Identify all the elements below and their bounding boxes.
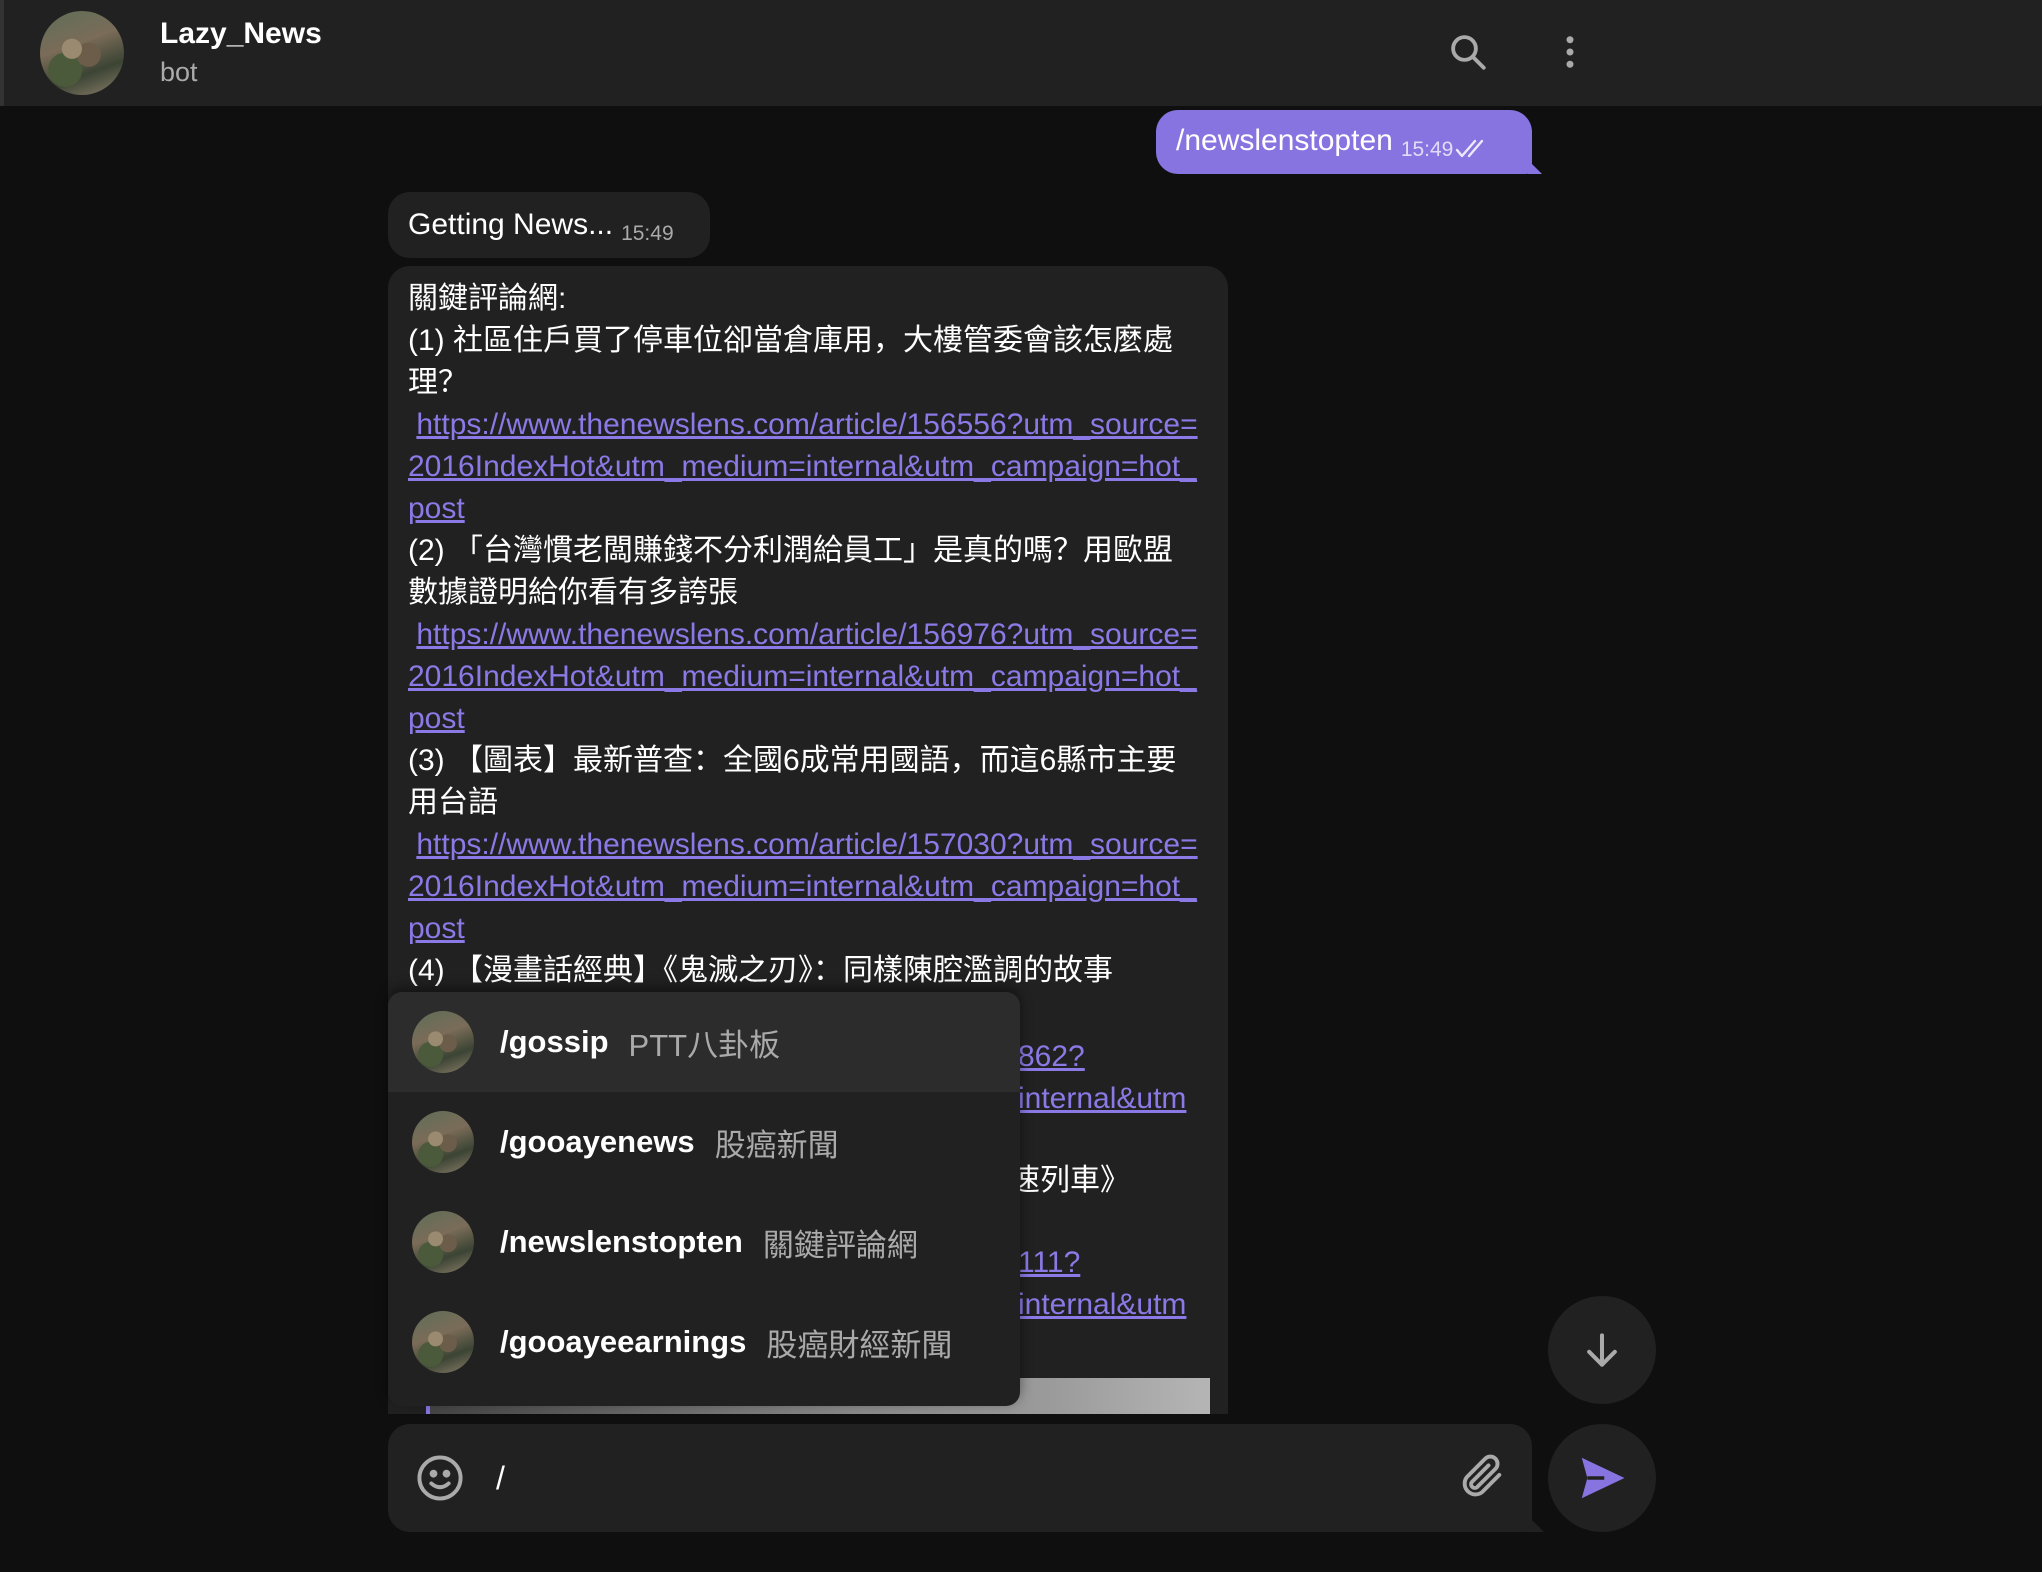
suggestion-description: PTT八卦板 xyxy=(628,1027,781,1063)
outgoing-message[interactable]: /newslenstopten 15:49 xyxy=(1156,110,1532,174)
command-suggestions: /gossip PTT八卦板 /gooayenews 股癌新聞 /newslen… xyxy=(388,992,1020,1406)
message-time: 15:49 xyxy=(1400,138,1454,161)
suggestion-command: /gossip xyxy=(500,1024,609,1059)
bot-avatar xyxy=(412,1311,474,1373)
bot-avatar xyxy=(412,1111,474,1173)
message-composer xyxy=(388,1424,1532,1532)
suggestion-description: 關鍵評論網 xyxy=(762,1227,918,1263)
chat-info[interactable]: Lazy_News bot xyxy=(160,15,322,91)
message-time: 15:49 xyxy=(621,222,674,245)
news-link[interactable]: 111? xyxy=(1018,1246,1080,1279)
suggestion-description: 股癌財經新聞 xyxy=(766,1327,953,1363)
news-link[interactable]: https://www.thenewslens.com/article/1565… xyxy=(408,408,1198,525)
telegram-chat-window: Lazy_News bot /newslenstopten 15:49 Getti… xyxy=(0,0,2042,1572)
message-meta: 15:49 xyxy=(1401,138,1490,162)
status-message-text: Getting News... xyxy=(408,208,614,241)
news-link[interactable]: 862? xyxy=(1018,1040,1085,1073)
news-link[interactable]: https://www.thenewslens.com/article/1570… xyxy=(408,828,1198,945)
more-vertical-icon xyxy=(1566,36,1574,68)
bot-avatar xyxy=(412,1011,474,1073)
suggestion-command: /gooayenews xyxy=(500,1124,695,1159)
suggestion-command: /gooayeearnings xyxy=(500,1324,747,1359)
scroll-down-button[interactable] xyxy=(1548,1296,1656,1404)
suggestion-item[interactable]: /gossip PTT八卦板 xyxy=(388,992,1020,1092)
suggestion-command: /newslenstopten xyxy=(500,1224,743,1259)
news-title: (4) 【漫畫話經典】《鬼滅之刃》：同樣陳腔濫調的故事 xyxy=(408,954,1113,987)
search-icon xyxy=(1451,35,1486,70)
message-input[interactable] xyxy=(496,1450,1396,1506)
smile-icon xyxy=(417,1455,463,1501)
bot-avatar xyxy=(412,1211,474,1273)
incoming-message-status[interactable]: Getting News... 15:49 xyxy=(388,192,710,258)
bot-avatar[interactable] xyxy=(40,11,124,95)
news-title: (1) 社區住戶買了停車位卻當倉庫用，大樓管委會該怎麼處理？ xyxy=(408,324,1173,399)
arrow-down-icon xyxy=(1587,1333,1617,1367)
chat-title: Lazy_News xyxy=(160,17,322,50)
emoji-button[interactable] xyxy=(414,1452,466,1509)
outgoing-message-text: /newslenstopten xyxy=(1176,124,1393,157)
suggestion-item[interactable]: /newslenstopten 關鍵評論網 xyxy=(388,1192,1020,1292)
double-check-icon xyxy=(1456,139,1484,158)
send-icon xyxy=(1581,1457,1625,1499)
news-heading: 關鍵評論網: xyxy=(408,282,567,315)
news-title: (2) 「台灣慣老闆賺錢不分利潤給員工」是真的嗎？用歐盟數據證明給你看有多誇張 xyxy=(408,534,1173,609)
send-button[interactable] xyxy=(1548,1424,1656,1532)
paperclip-icon xyxy=(1462,1454,1502,1497)
suggestion-description: 股癌新聞 xyxy=(714,1127,839,1163)
news-link[interactable]: internal&utm xyxy=(1018,1082,1186,1115)
more-options-button[interactable] xyxy=(1540,22,1600,82)
news-title: (3) 【圖表】最新普查：全國6成常用國語，而這6縣市主要用台語 xyxy=(408,744,1177,819)
suggestion-item[interactable]: /gooayenews 股癌新聞 xyxy=(388,1092,1020,1192)
news-title: 速列車》 xyxy=(1010,1164,1130,1197)
chat-header: Lazy_News bot xyxy=(0,0,2042,106)
search-button[interactable] xyxy=(1438,22,1498,82)
chat-subtitle: bot xyxy=(160,57,198,87)
news-link[interactable]: internal&utm xyxy=(1018,1288,1186,1321)
news-link[interactable]: https://www.thenewslens.com/article/1569… xyxy=(408,618,1198,735)
attach-button[interactable] xyxy=(1456,1450,1508,1507)
suggestion-item[interactable]: /gooayeearnings 股癌財經新聞 xyxy=(388,1292,1020,1392)
